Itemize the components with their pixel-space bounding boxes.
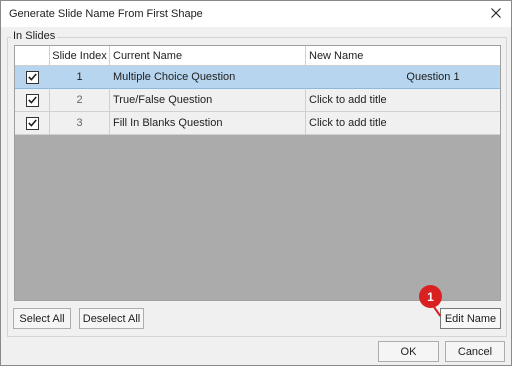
checkmark-icon [27, 96, 37, 104]
edit-name-button[interactable]: Edit Name [440, 308, 501, 329]
group-label: In Slides [11, 30, 58, 42]
dialog-window: Generate Slide Name From First Shape In … [0, 0, 512, 366]
slide-index-cell: 1 [50, 66, 110, 89]
title-bar: Generate Slide Name From First Shape [1, 1, 511, 27]
checkmark-icon [27, 73, 37, 81]
table-row[interactable]: 1 Multiple Choice Question Question 1 [15, 66, 500, 89]
table-row[interactable]: 3 Fill In Blanks Question Click to add t… [15, 112, 500, 135]
dialog-title: Generate Slide Name From First Shape [9, 8, 203, 20]
current-name-cell: True/False Question [110, 89, 306, 112]
select-all-button[interactable]: Select All [13, 308, 71, 329]
slide-index-cell: 3 [50, 112, 110, 135]
table-row[interactable]: 2 True/False Question Click to add title [15, 89, 500, 112]
grid-header: Slide Index Current Name New Name [15, 46, 500, 66]
checkmark-icon [27, 119, 37, 127]
row-checkbox[interactable] [25, 93, 39, 107]
new-name-cell[interactable]: Click to add title [306, 112, 500, 135]
column-header-check [15, 46, 50, 66]
current-name-cell: Fill In Blanks Question [110, 112, 306, 135]
column-header-new-name[interactable]: New Name [306, 46, 500, 66]
deselect-all-button[interactable]: Deselect All [79, 308, 144, 329]
cancel-button[interactable]: Cancel [445, 341, 505, 362]
column-header-current-name[interactable]: Current Name [110, 46, 306, 66]
slides-grid[interactable]: Slide Index Current Name New Name 1 Mult… [14, 45, 501, 301]
close-button[interactable] [481, 1, 511, 27]
close-icon [491, 7, 501, 21]
new-name-cell[interactable]: Question 1 [306, 66, 500, 89]
row-checkbox[interactable] [25, 70, 39, 84]
ok-button[interactable]: OK [378, 341, 439, 362]
new-name-cell[interactable]: Click to add title [306, 89, 500, 112]
column-header-slide-index[interactable]: Slide Index [50, 46, 110, 66]
slide-index-cell: 2 [50, 89, 110, 112]
current-name-cell: Multiple Choice Question [110, 66, 306, 89]
row-checkbox[interactable] [25, 116, 39, 130]
step-badge: 1 [419, 285, 442, 308]
